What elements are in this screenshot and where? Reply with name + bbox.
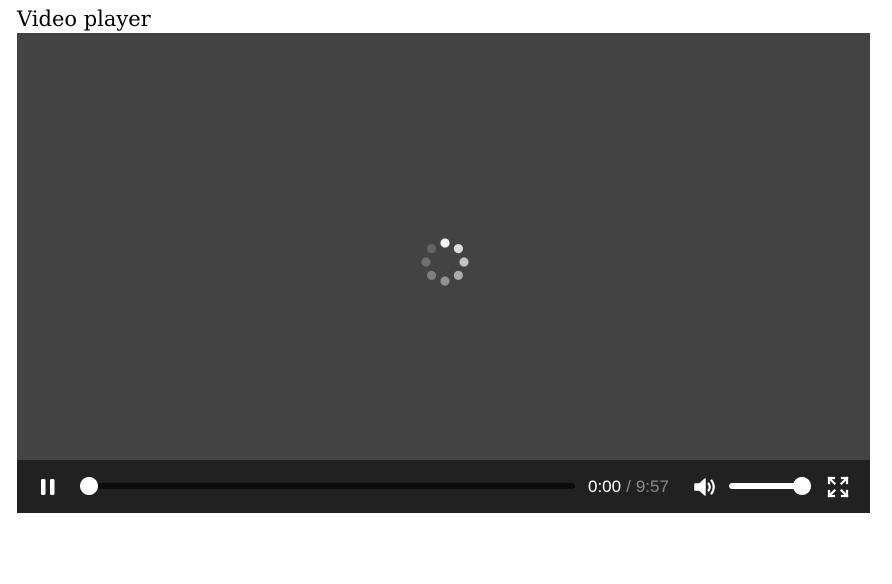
volume-icon bbox=[694, 477, 715, 496]
fullscreen-icon bbox=[827, 475, 849, 498]
volume-slider[interactable] bbox=[729, 477, 811, 495]
progress-track bbox=[80, 483, 575, 489]
current-time: 0:00 bbox=[588, 476, 622, 496]
page-title: Video player bbox=[17, 7, 151, 31]
pause-icon bbox=[41, 478, 55, 495]
video-area[interactable] bbox=[17, 33, 870, 460]
progress-slider[interactable] bbox=[80, 477, 584, 495]
volume-thumb[interactable] bbox=[793, 477, 811, 495]
fullscreen-button[interactable] bbox=[824, 460, 852, 513]
controls-bar: 0:00 / 9:57 bbox=[17, 460, 870, 513]
time-display: 0:00 / 9:57 bbox=[588, 460, 669, 513]
volume-fill bbox=[729, 483, 802, 489]
pause-button[interactable] bbox=[34, 460, 62, 513]
loading-spinner-icon bbox=[421, 238, 469, 286]
time-separator: / bbox=[626, 476, 631, 496]
mute-button[interactable] bbox=[691, 460, 719, 513]
video-player: 0:00 / 9:57 bbox=[17, 33, 870, 513]
duration: 9:57 bbox=[635, 476, 669, 496]
progress-thumb[interactable] bbox=[80, 477, 98, 495]
